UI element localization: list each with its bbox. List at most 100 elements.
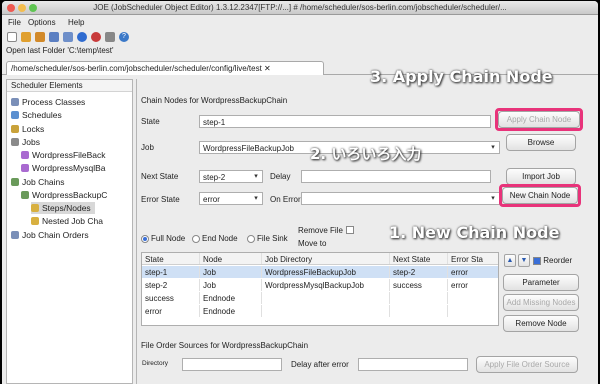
gear-icon	[11, 98, 19, 106]
sidebar-item-nested-job-chains[interactable]: Nested Job Cha	[31, 215, 103, 227]
sidebar-item-steps-nodes[interactable]: Steps/Nodes	[31, 202, 95, 214]
move-down-button[interactable]: ▼	[518, 254, 530, 267]
column-header[interactable]: Error Sta	[448, 253, 498, 264]
table-header: State Node Job Directory Next State Erro…	[142, 253, 498, 265]
table-cell: error	[142, 305, 200, 317]
parameter-button[interactable]: Parameter	[503, 274, 579, 291]
save-as-icon[interactable]	[63, 32, 73, 42]
sidebar-item-wordpressmysqlba[interactable]: WordpressMysqlBa	[21, 162, 106, 174]
sidebar-item-schedules[interactable]: Schedules	[11, 109, 62, 121]
highlight-apply-chain-node	[495, 108, 583, 131]
stop-icon[interactable]	[91, 32, 101, 42]
sidebar-item-job-chains[interactable]: Job Chains	[11, 176, 65, 188]
sidebar-item-label: Jobs	[22, 137, 40, 147]
save-icon[interactable]	[49, 32, 59, 42]
file-order-title: File Order Sources for WordpressBackupCh…	[141, 341, 309, 350]
menu-help[interactable]: Help	[68, 18, 84, 27]
delay-after-error-input[interactable]	[358, 358, 468, 371]
on-error-combo[interactable]: ▾	[301, 192, 500, 205]
sidebar-item-wordpressbackupc[interactable]: WordpressBackupC	[21, 189, 107, 201]
radio-icon	[247, 234, 255, 243]
table-cell: success	[142, 292, 200, 304]
checkbox-checked-icon	[533, 256, 541, 265]
delay-input[interactable]	[301, 170, 491, 183]
apply-file-order-source-button[interactable]: Apply File Order Source	[476, 356, 578, 373]
sidebar-item-label: Schedules	[22, 110, 62, 120]
error-state-value: error	[203, 195, 220, 204]
job-icon	[21, 151, 29, 159]
new-file-icon[interactable]	[7, 32, 17, 42]
sidebar-item-label: WordpressMysqlBa	[32, 163, 106, 173]
job-value: WordpressFileBackupJob	[203, 144, 295, 153]
column-header[interactable]: Node	[200, 253, 262, 264]
sidebar: Scheduler Elements Process Classes Sched…	[6, 79, 133, 384]
table-row[interactable]: error Endnode	[142, 305, 498, 317]
table-row[interactable]: step-2 Job WordpressMysqlBackupJob succe…	[142, 279, 498, 291]
remove-node-button[interactable]: Remove Node	[503, 315, 579, 332]
table-cell	[262, 305, 390, 317]
window-title: JOE (JobScheduler Object Editor) 1.3.12.…	[93, 3, 507, 12]
move-up-button[interactable]: ▲	[504, 254, 516, 267]
section-title: Chain Nodes for WordpressBackupChain	[141, 96, 288, 105]
add-missing-nodes-button[interactable]: Add Missing Nodes	[503, 294, 579, 311]
radio-selected-icon	[141, 234, 149, 243]
chain-nodes-table: State Node Job Directory Next State Erro…	[141, 252, 499, 326]
tab-label: /home/scheduler/sos-berlin.com/jobschedu…	[11, 64, 262, 73]
folder-icon	[31, 204, 39, 212]
settings-icon[interactable]	[105, 32, 115, 42]
directory-input[interactable]	[182, 358, 282, 371]
table-cell	[390, 292, 448, 304]
job-label: Job	[141, 143, 154, 152]
table-cell: success	[390, 279, 448, 291]
reorder-toggle[interactable]: Reorder	[533, 256, 572, 265]
sidebar-item-process-classes[interactable]: Process Classes	[11, 96, 85, 108]
error-state-combo[interactable]: error ▾	[199, 192, 263, 205]
table-row[interactable]: step-1 Job WordpressFileBackupJob step-2…	[142, 266, 498, 278]
sidebar-item-label: WordpressFileBack	[32, 150, 106, 160]
state-input[interactable]: step-1	[199, 115, 491, 128]
sidebar-item-label: WordpressBackupC	[32, 190, 108, 200]
radio-end-node[interactable]: End Node	[192, 234, 238, 243]
radio-full-node[interactable]: Full Node	[141, 234, 185, 243]
sidebar-item-jobs[interactable]: Jobs	[11, 136, 40, 148]
arrow-up-icon: ▲	[506, 257, 514, 264]
open-folder-icon[interactable]	[21, 32, 31, 42]
sidebar-item-label: Process Classes	[22, 97, 86, 107]
tab-live-test[interactable]: /home/scheduler/sos-berlin.com/jobschedu…	[6, 61, 324, 75]
close-icon[interactable]: ✕	[264, 64, 271, 73]
delay-after-error-label: Delay after error	[291, 360, 349, 369]
sidebar-item-label: Job Chains	[22, 177, 65, 187]
menu-file[interactable]: File	[8, 18, 21, 27]
sidebar-item-wordpressfileback[interactable]: WordpressFileBack	[21, 149, 106, 161]
browse-button[interactable]: Browse	[506, 134, 576, 151]
error-state-label: Error State	[141, 195, 180, 204]
import-job-button[interactable]: Import Job	[506, 168, 576, 185]
chain-icon	[21, 191, 29, 199]
remove-file-checkbox[interactable]	[346, 226, 354, 234]
menu-options[interactable]: Options	[28, 18, 56, 27]
open-remote-icon[interactable]	[35, 32, 45, 42]
table-cell: Job	[200, 279, 262, 291]
lock-icon	[11, 125, 19, 133]
chevron-down-icon: ▾	[491, 144, 495, 151]
next-state-combo[interactable]: step-2 ▾	[199, 170, 263, 183]
radio-file-sink[interactable]: File Sink	[247, 234, 288, 243]
help-icon[interactable]: ?	[119, 32, 129, 42]
on-error-label: On Error	[270, 195, 301, 204]
table-row[interactable]: success Endnode	[142, 292, 498, 304]
title-bar: JOE (JobScheduler Object Editor) 1.3.12.…	[2, 1, 598, 15]
sidebar-item-job-chain-orders[interactable]: Job Chain Orders	[11, 229, 89, 241]
delay-label: Delay	[270, 172, 291, 181]
arrow-down-icon: ▼	[520, 257, 528, 264]
column-header[interactable]: State	[142, 253, 200, 264]
column-header[interactable]: Next State	[390, 253, 448, 264]
table-cell: Job	[200, 266, 262, 278]
open-last-folder[interactable]: Open last Folder 'C:\temp\test'	[6, 46, 114, 55]
table-cell: error	[448, 266, 498, 278]
sidebar-item-locks[interactable]: Locks	[11, 123, 44, 135]
column-header[interactable]: Job Directory	[262, 253, 390, 264]
chevron-down-icon: ▾	[254, 195, 258, 202]
table-cell: Endnode	[200, 292, 262, 304]
radio-label: File Sink	[257, 234, 288, 243]
globe-icon[interactable]	[77, 32, 87, 42]
